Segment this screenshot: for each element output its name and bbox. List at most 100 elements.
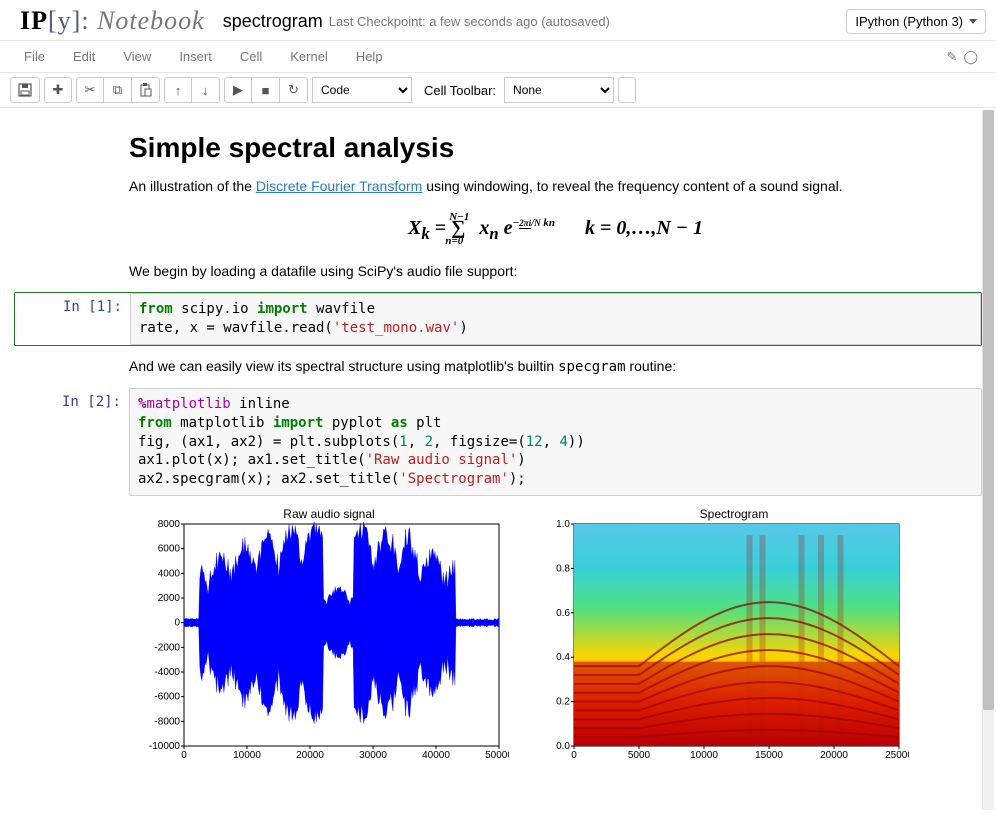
menu-help[interactable]: Help: [342, 41, 397, 72]
kernel-selector[interactable]: IPython (Python 3): [846, 9, 986, 34]
svg-text:0: 0: [174, 618, 180, 629]
svg-text:20000: 20000: [296, 750, 324, 761]
markdown-cell[interactable]: Simple spectral analysis An illustration…: [14, 132, 982, 282]
svg-text:0.4: 0.4: [556, 652, 570, 663]
menu-view[interactable]: View: [109, 41, 165, 72]
svg-text:5000: 5000: [628, 750, 651, 761]
lead-paragraph-2: We begin by loading a datafile using Sci…: [129, 261, 982, 282]
plot1-title: Raw audio signal: [283, 507, 374, 521]
svg-text:-6000: -6000: [154, 692, 180, 703]
restart-icon: ↻: [288, 82, 299, 98]
svg-text:0.8: 0.8: [556, 564, 570, 575]
markdown-rendered: Simple spectral analysis An illustration…: [14, 132, 982, 282]
svg-text:0: 0: [181, 750, 187, 761]
toolbar: ✚ ✂ ⧉ ↑ ↓ ▶ ■ ↻ Code Cell Toolbar: None: [0, 73, 996, 108]
menu-insert[interactable]: Insert: [165, 41, 226, 72]
cut-button[interactable]: ✂: [76, 77, 104, 103]
svg-text:0: 0: [571, 750, 577, 761]
move-up-button[interactable]: ↑: [164, 77, 192, 103]
md2-post: routine:: [626, 358, 677, 374]
menu-cell[interactable]: Cell: [226, 41, 276, 72]
logo-bracket-open: [: [48, 6, 58, 35]
input-prompt: In [2]:: [14, 388, 129, 496]
plot2-title: Spectrogram: [700, 507, 769, 521]
output-area: Raw audio signal -10000 -8000 -6000 -4000 -2…: [14, 496, 982, 766]
svg-text:15000: 15000: [755, 750, 783, 761]
scissors-icon: ✂: [85, 82, 96, 98]
code-cell-2[interactable]: In [2]: %matplotlib inline from matplotl…: [14, 388, 982, 766]
copy-button[interactable]: ⧉: [104, 77, 132, 103]
notebook-container[interactable]: Simple spectral analysis An illustration…: [0, 108, 996, 828]
svg-text:30000: 30000: [359, 750, 387, 761]
celltoolbar-select[interactable]: None: [504, 77, 614, 103]
toolbar-extra-button[interactable]: [618, 77, 636, 103]
menu-kernel[interactable]: Kernel: [276, 41, 342, 72]
celltype-select[interactable]: Code: [312, 77, 412, 103]
move-down-button[interactable]: ↓: [192, 77, 220, 103]
menubar: File Edit View Insert Cell Kernel Help ✎…: [0, 40, 996, 73]
scrollbar-thumb[interactable]: [983, 110, 994, 710]
svg-text:1.0: 1.0: [556, 519, 570, 530]
svg-text:0.2: 0.2: [556, 697, 570, 708]
svg-text:-4000: -4000: [154, 667, 180, 678]
svg-text:25000: 25000: [885, 750, 909, 761]
menubar-indicators: ✎ ◯: [947, 49, 986, 65]
plus-icon: ✚: [53, 82, 64, 98]
markdown-rendered: And we can easily view its spectral stru…: [14, 356, 982, 378]
run-button[interactable]: ▶: [224, 77, 252, 103]
logo-notebook: Notebook: [90, 6, 205, 35]
arrow-down-icon: ↓: [202, 83, 209, 98]
arrow-up-icon: ↑: [175, 83, 182, 98]
scrollbar[interactable]: [982, 110, 994, 810]
svg-text:10000: 10000: [690, 750, 718, 761]
restart-button[interactable]: ↻: [280, 77, 308, 103]
svg-text:8000: 8000: [158, 519, 181, 530]
interrupt-button[interactable]: ■: [252, 77, 280, 103]
play-icon: ▶: [233, 82, 243, 98]
stop-icon: ■: [262, 83, 270, 98]
page-title: Simple spectral analysis: [129, 132, 982, 164]
logo-ip: IP: [20, 6, 48, 35]
plot-raw-audio: Raw audio signal -10000 -8000 -6000 -4000 -2…: [129, 506, 509, 766]
add-cell-button[interactable]: ✚: [44, 77, 72, 103]
svg-text:4000: 4000: [158, 569, 181, 580]
svg-text:-8000: -8000: [154, 717, 180, 728]
svg-text:0.6: 0.6: [556, 608, 570, 619]
checkpoint-text: Last Checkpoint: a few seconds ago (auto…: [329, 14, 610, 29]
svg-text:40000: 40000: [422, 750, 450, 761]
svg-text:6000: 6000: [158, 544, 181, 555]
save-button[interactable]: [10, 77, 40, 103]
logo: IP[y]: Notebook: [20, 6, 205, 36]
chevron-down-icon: [969, 19, 977, 24]
dft-link[interactable]: Discrete Fourier Transform: [256, 178, 422, 194]
edit-mode-icon: ✎: [947, 49, 958, 65]
svg-text:0.0: 0.0: [556, 741, 570, 752]
kernel-idle-icon: ◯: [963, 49, 978, 65]
kernel-selector-label: IPython (Python 3): [855, 14, 963, 29]
menu-edit[interactable]: Edit: [59, 41, 109, 72]
md2-paragraph: And we can easily view its spectral stru…: [129, 356, 982, 378]
svg-text:2000: 2000: [158, 593, 181, 604]
input-prompt: In [1]:: [15, 293, 130, 345]
intro-paragraph: An illustration of the Discrete Fourier …: [129, 176, 982, 197]
code-input[interactable]: %matplotlib inline from matplotlib impor…: [129, 388, 982, 496]
logo-y: y: [58, 6, 72, 35]
plot-spectrogram: Spectrogram: [529, 506, 909, 766]
celltoolbar-label: Cell Toolbar:: [424, 83, 496, 98]
menu-file[interactable]: File: [10, 41, 59, 72]
svg-text:-10000: -10000: [149, 741, 181, 752]
dft-equation: Xk = ∑n=0N−1 xn e−2πi/N kn k = 0,…,N − 1: [129, 211, 982, 247]
notebook-header: IP[y]: Notebook spectrogram Last Checkpo…: [0, 0, 996, 40]
notebook-name[interactable]: spectrogram: [223, 11, 323, 32]
md2-code: specgram: [558, 359, 625, 375]
svg-text:20000: 20000: [820, 750, 848, 761]
code-cell-1[interactable]: In [1]: from scipy.io import wavfile rat…: [14, 292, 982, 346]
intro-text-pre: An illustration of the: [129, 178, 256, 194]
md2-pre: And we can easily view its spectral stru…: [129, 358, 558, 374]
logo-bracket-close: ]:: [72, 6, 90, 35]
code-input[interactable]: from scipy.io import wavfile rate, x = w…: [130, 293, 981, 345]
intro-text-post: using windowing, to reveal the frequency…: [422, 178, 842, 194]
markdown-cell[interactable]: And we can easily view its spectral stru…: [14, 356, 982, 378]
svg-text:-2000: -2000: [154, 643, 180, 654]
paste-button[interactable]: [132, 77, 160, 103]
